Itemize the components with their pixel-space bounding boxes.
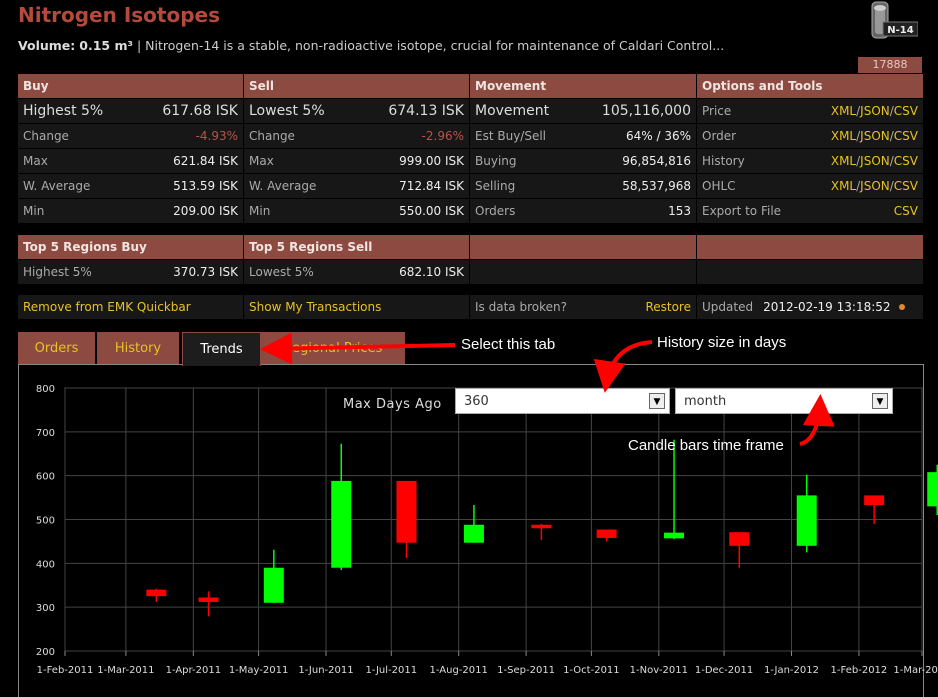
arrow-to-tab-icon — [260, 332, 456, 365]
arrow-to-timeframe-icon — [799, 394, 835, 446]
arrow-to-days-icon — [593, 340, 653, 393]
annotation-arrows — [260, 332, 835, 446]
